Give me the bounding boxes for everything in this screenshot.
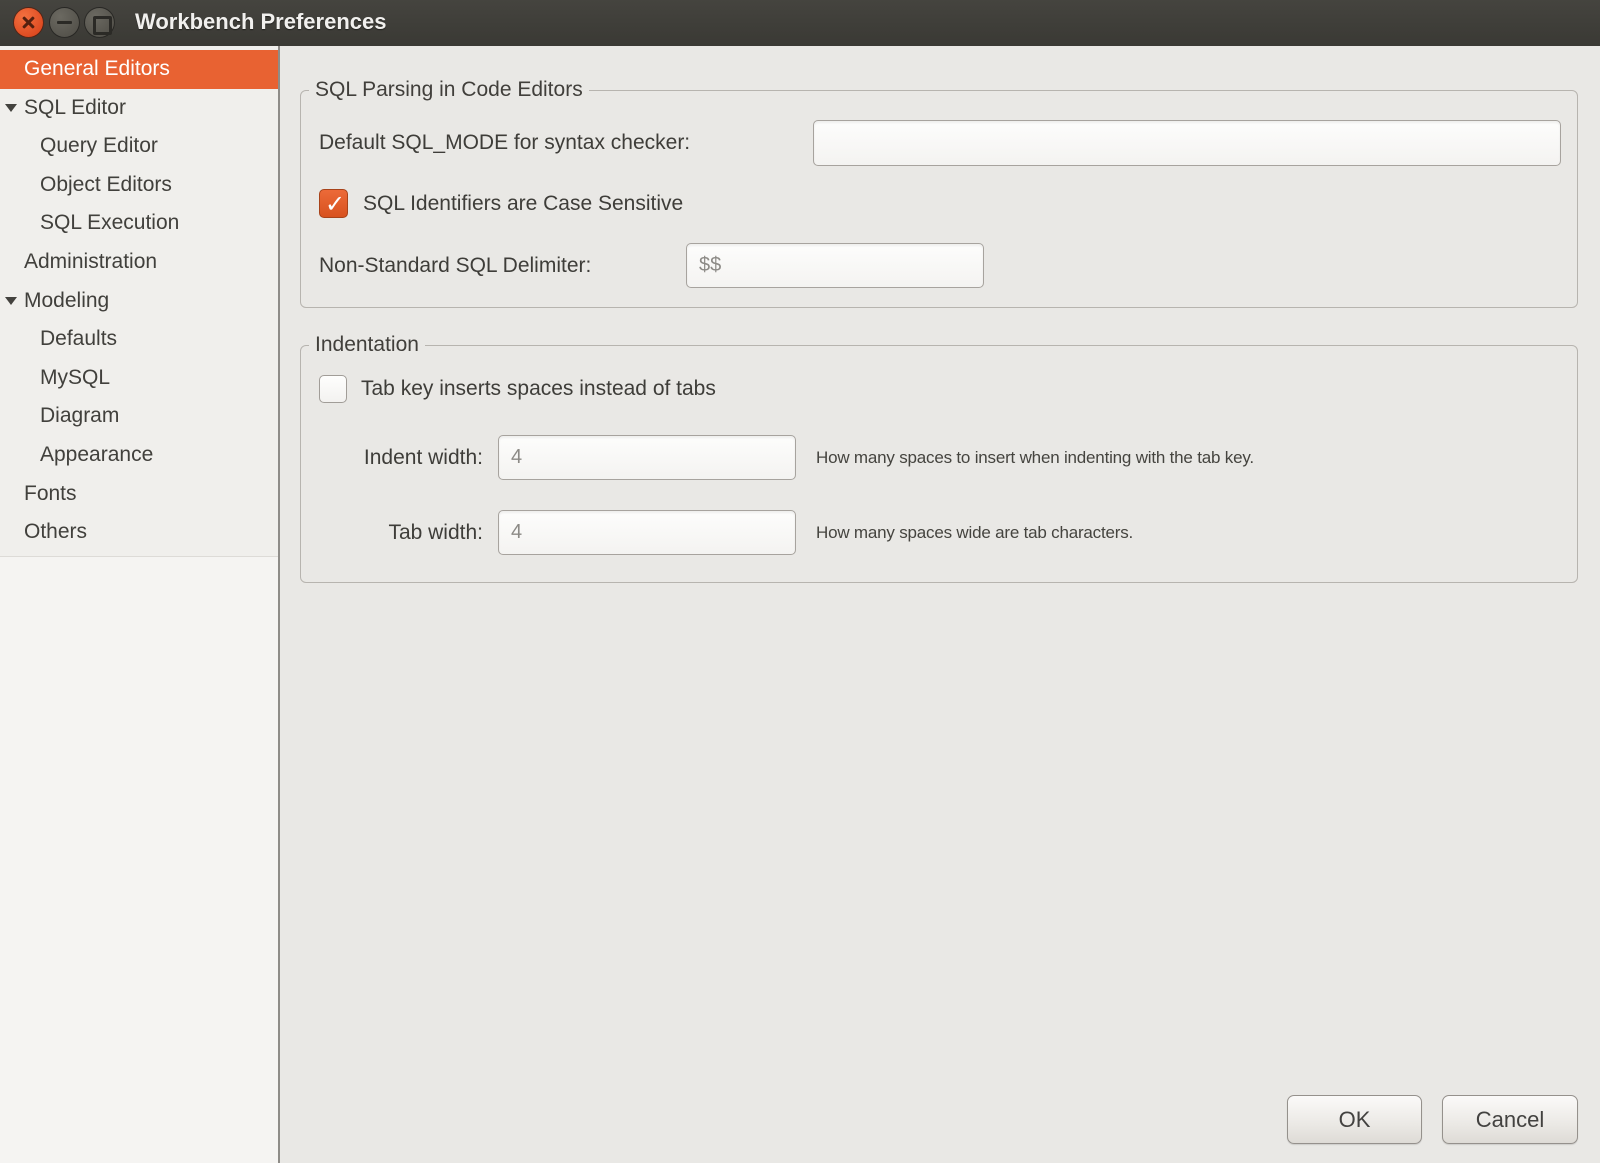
- sidebar-item-defaults[interactable]: Defaults: [0, 320, 278, 359]
- sidebar-item-object-editors[interactable]: Object Editors: [0, 166, 278, 205]
- tab-width-input[interactable]: [498, 510, 796, 555]
- ok-button[interactable]: OK: [1287, 1095, 1422, 1144]
- group-indentation: Indentation Tab key inserts spaces inste…: [300, 345, 1578, 583]
- close-icon: [14, 8, 43, 37]
- chevron-down-icon[interactable]: [5, 104, 17, 112]
- window-title: Workbench Preferences: [135, 0, 386, 46]
- tab-width-help: How many spaces wide are tab characters.: [816, 510, 1133, 555]
- indent-width-help: How many spaces to insert when indenting…: [816, 435, 1254, 480]
- sidebar-item-mysql[interactable]: MySQL: [0, 359, 278, 398]
- sql-mode-label: Default SQL_MODE for syntax checker:: [319, 123, 690, 163]
- minimize-icon: [50, 8, 79, 37]
- sidebar-item-others[interactable]: Others: [0, 513, 278, 552]
- titlebar: Workbench Preferences: [0, 0, 1600, 46]
- case-sensitive-label: SQL Identifiers are Case Sensitive: [363, 189, 683, 218]
- delimiter-label: Non-Standard SQL Delimiter:: [319, 243, 591, 288]
- cancel-button[interactable]: Cancel: [1442, 1095, 1578, 1144]
- sidebar-item-administration[interactable]: Administration: [0, 243, 278, 282]
- group-sql-parsing: SQL Parsing in Code Editors Default SQL_…: [300, 90, 1578, 308]
- sidebar-item-modeling[interactable]: Modeling: [0, 282, 278, 321]
- case-sensitive-checkbox[interactable]: ✓: [319, 189, 348, 218]
- check-icon: ✓: [325, 190, 345, 219]
- sidebar-item-sql-execution[interactable]: SQL Execution: [0, 204, 278, 243]
- sidebar-item-fonts[interactable]: Fonts: [0, 475, 278, 514]
- group-title-indentation: Indentation: [309, 332, 425, 358]
- chevron-down-icon[interactable]: [5, 297, 17, 305]
- maximize-button[interactable]: [84, 7, 115, 38]
- sql-mode-input[interactable]: [813, 120, 1561, 166]
- indent-width-input[interactable]: [498, 435, 796, 480]
- maximize-icon: [85, 8, 114, 37]
- main-panel: SQL Parsing in Code Editors Default SQL_…: [280, 46, 1600, 1163]
- sidebar-item-sql-editor[interactable]: SQL Editor: [0, 89, 278, 128]
- sidebar-item-diagram[interactable]: Diagram: [0, 397, 278, 436]
- tab-inserts-spaces-checkbox[interactable]: [319, 375, 347, 403]
- sidebar-item-query-editor[interactable]: Query Editor: [0, 127, 278, 166]
- tab-width-label: Tab width:: [301, 510, 483, 555]
- sidebar-item-appearance[interactable]: Appearance: [0, 436, 278, 475]
- minimize-button[interactable]: [49, 7, 80, 38]
- group-title-sql-parsing: SQL Parsing in Code Editors: [309, 77, 589, 103]
- preferences-window: Workbench Preferences General Editors SQ…: [0, 0, 1600, 1163]
- sidebar-item-general-editors[interactable]: General Editors: [0, 50, 278, 89]
- indent-width-label: Indent width:: [301, 435, 483, 480]
- sidebar: General Editors SQL Editor Query Editor …: [0, 46, 280, 1163]
- close-button[interactable]: [13, 7, 44, 38]
- sidebar-list: General Editors SQL Editor Query Editor …: [0, 46, 278, 557]
- delimiter-input[interactable]: [686, 243, 984, 288]
- tab-inserts-spaces-label: Tab key inserts spaces instead of tabs: [361, 375, 716, 403]
